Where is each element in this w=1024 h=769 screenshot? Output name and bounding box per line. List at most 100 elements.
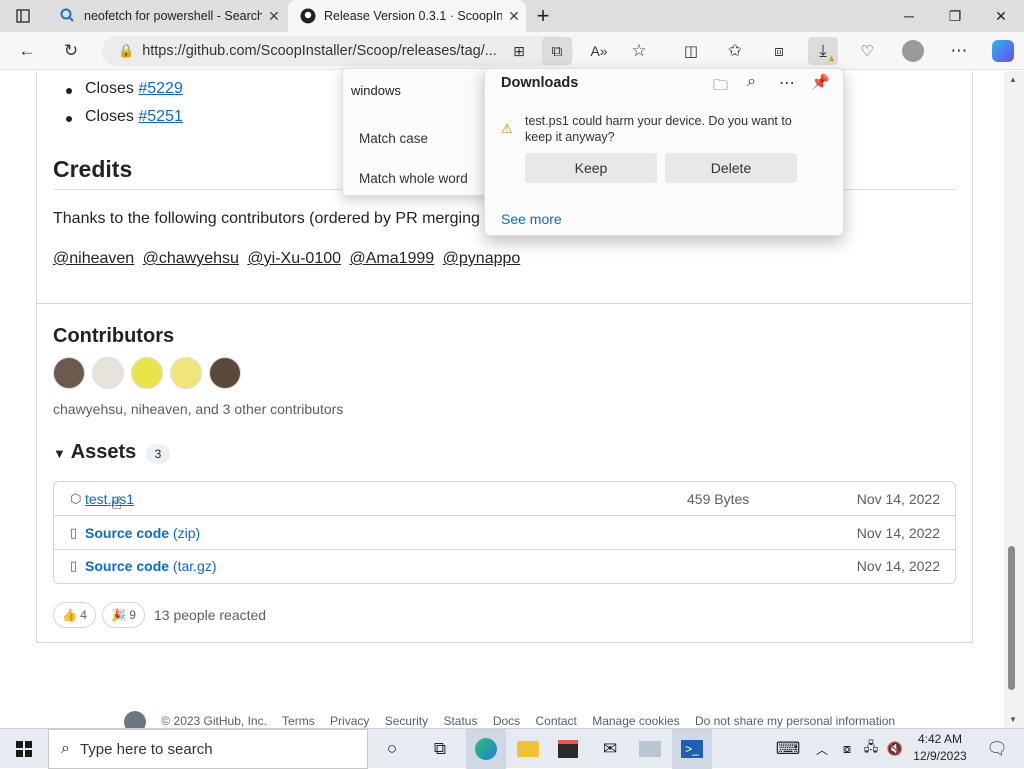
scroll-up-icon[interactable]: ▲: [1009, 75, 1017, 84]
contributor-mention[interactable]: @chawyehsu: [143, 250, 239, 267]
asset-link[interactable]: test.ps1: [85, 491, 134, 507]
footer-link[interactable]: Status: [443, 714, 477, 728]
keep-button[interactable]: Keep: [525, 153, 657, 183]
contributor-mention[interactable]: @pynappo: [443, 250, 521, 267]
issue-link[interactable]: #5229: [138, 80, 183, 97]
favorite-star-icon[interactable]: ☆: [624, 37, 654, 65]
footer-link[interactable]: Manage cookies: [592, 714, 679, 728]
footer-link[interactable]: Security: [385, 714, 428, 728]
read-aloud-icon[interactable]: A»: [584, 37, 614, 65]
search-icon: ⌕: [61, 740, 70, 757]
contributor-mention[interactable]: @niheaven: [53, 250, 134, 267]
reactions-summary: 13 people reacted: [154, 607, 267, 623]
windows-taskbar: ⌕ Type here to search ○ ⧉ ✉ >_ ⌨ ︿ ⧇ 🖧 🔇…: [0, 728, 1024, 769]
credits-heading: Credits: [53, 156, 133, 182]
keyboard-icon[interactable]: ⌨: [768, 729, 808, 769]
network-icon[interactable]: 🖧: [860, 729, 882, 769]
more-menu-icon[interactable]: ⋯: [944, 37, 974, 65]
apps-icon[interactable]: ⊞: [504, 37, 534, 65]
github-icon: [300, 8, 316, 24]
refresh-button[interactable]: ↻: [56, 37, 86, 65]
split-screen-icon[interactable]: ◫: [676, 37, 706, 65]
powershell-icon[interactable]: >_: [672, 729, 712, 769]
asset-size: 459 Bytes: [687, 491, 750, 507]
scrollbar-thumb[interactable]: [1008, 546, 1015, 690]
close-tab-icon[interactable]: ✕: [262, 8, 286, 25]
task-view-icon[interactable]: ⧉: [420, 729, 460, 769]
search-downloads-icon[interactable]: ⌕: [747, 73, 756, 91]
minimize-button[interactable]: ─: [886, 0, 932, 32]
find-on-page-icon[interactable]: ⧉: [542, 37, 572, 65]
browser-toolbar: ← ↻ 🔒 https://github.com/ScoopInstaller/…: [0, 32, 1024, 70]
footer-link[interactable]: Contact: [536, 714, 577, 728]
avatar[interactable]: [92, 357, 124, 389]
assets-toggle[interactable]: ▼ Assets: [53, 441, 136, 464]
match-case-option[interactable]: Match case: [359, 131, 428, 146]
tab-search[interactable]: neofetch for powershell - Search ✕: [48, 0, 286, 32]
edge-icon[interactable]: [466, 729, 506, 769]
clock[interactable]: 4:42 AM 12/9/2023: [908, 731, 972, 765]
favorites-icon[interactable]: ✩: [720, 37, 750, 65]
cortana-icon[interactable]: ○: [372, 729, 412, 769]
chevron-up-icon[interactable]: ︿: [810, 729, 834, 769]
footer-link[interactable]: Privacy: [330, 714, 369, 728]
new-tab-button[interactable]: +: [520, 0, 566, 32]
search-icon: [60, 8, 76, 24]
close-window-button[interactable]: ✕: [978, 0, 1024, 32]
footer-link[interactable]: Do not share my personal information: [695, 714, 895, 728]
avatar[interactable]: [209, 357, 241, 389]
closes-item: Closes #5251: [66, 108, 183, 126]
issue-link[interactable]: #5251: [138, 108, 183, 125]
avatar[interactable]: [170, 357, 202, 389]
avatar[interactable]: [131, 357, 163, 389]
notifications-icon[interactable]: 🗨: [974, 729, 1020, 769]
asset-link[interactable]: Source code (tar.gz): [85, 558, 217, 574]
collections-icon[interactable]: ⧈: [764, 37, 794, 65]
copilot-icon[interactable]: [988, 37, 1018, 65]
delete-button[interactable]: Delete: [665, 153, 797, 183]
url-text: https://github.com/ScoopInstaller/Scoop/…: [142, 43, 497, 59]
profile-avatar[interactable]: [898, 37, 928, 65]
more-options-icon[interactable]: ⋯: [779, 73, 795, 93]
footer-link[interactable]: Docs: [493, 714, 520, 728]
reaction-party[interactable]: 🎉 9: [102, 602, 145, 628]
tab-github-release[interactable]: Release Version 0.3.1 · ScoopInsta ✕: [288, 0, 526, 32]
tab-actions-icon[interactable]: [0, 0, 46, 32]
browser-essentials-icon[interactable]: ♡: [852, 37, 882, 65]
open-folder-icon[interactable]: 🗀: [713, 75, 728, 100]
contributor-mention[interactable]: @Ama1999: [349, 250, 434, 267]
scroll-down-icon[interactable]: ▼: [1009, 715, 1017, 724]
pin-icon[interactable]: 📌: [811, 73, 830, 91]
warning-icon: ⚠: [501, 121, 513, 136]
restore-button[interactable]: ❐: [932, 0, 978, 32]
volume-muted-icon[interactable]: 🔇: [884, 729, 906, 769]
assets-heading: Assets: [70, 441, 137, 463]
downloads-icon[interactable]: ⤓ ▲: [808, 37, 838, 65]
asset-link[interactable]: Source code (zip): [85, 525, 200, 541]
mouse-cursor-icon: ☝: [111, 493, 122, 513]
zip-file-icon: ▯: [70, 525, 78, 540]
device-icon[interactable]: ⧇: [836, 729, 858, 769]
contributors-summary: chawyehsu, niheaven, and 3 other contrib…: [53, 401, 344, 417]
asset-row: ⬡ test.ps1 459 Bytes Nov 14, 2022: [53, 482, 956, 516]
mail-icon[interactable]: ✉: [590, 729, 630, 769]
back-button[interactable]: ←: [12, 37, 42, 65]
contributors-heading: Contributors: [53, 325, 175, 347]
asset-row: ▯ Source code (tar.gz) Nov 14, 2022: [53, 549, 956, 583]
tab-title: neofetch for powershell - Search: [84, 9, 262, 23]
file-explorer-icon[interactable]: [508, 729, 548, 769]
windows-start-icon[interactable]: [4, 729, 44, 769]
taskbar-search-box[interactable]: ⌕ Type here to search: [48, 729, 368, 769]
find-query[interactable]: windows: [351, 83, 401, 98]
downloads-flyout: Downloads 🗀 ⌕ ⋯ 📌 ⚠ test.ps1 could harm …: [484, 68, 844, 236]
app-icon[interactable]: [630, 729, 670, 769]
see-more-link[interactable]: See more: [501, 211, 562, 227]
store-icon[interactable]: [548, 729, 588, 769]
contributor-mention[interactable]: @yi-Xu-0100: [247, 250, 341, 267]
match-whole-word-option[interactable]: Match whole word: [359, 171, 468, 186]
reaction-thumbs-up[interactable]: 👍 4: [53, 602, 96, 628]
package-icon: ⬡: [70, 491, 82, 506]
footer-link[interactable]: Terms: [282, 714, 315, 728]
thumbs-up-icon: 👍: [62, 608, 77, 622]
avatar[interactable]: [53, 357, 85, 389]
